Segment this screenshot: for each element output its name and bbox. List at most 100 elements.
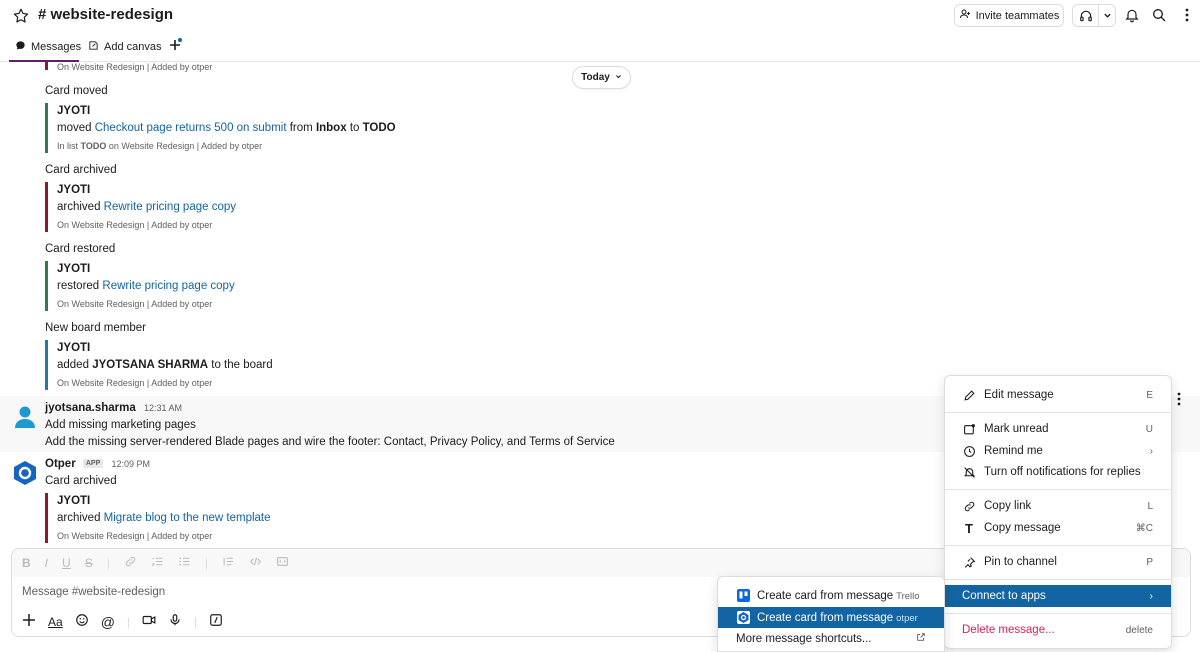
message-header: Otper APP 12:09 PM — [45, 458, 150, 470]
search-icon[interactable] — [1150, 6, 1168, 24]
invite-label: Invite teammates — [975, 9, 1060, 22]
pin-icon — [962, 555, 976, 569]
tab-messages[interactable]: Messages — [15, 40, 81, 54]
attachment-bar — [45, 261, 48, 311]
attachment-text: archived Migrate blog to the new templat… — [57, 512, 271, 524]
channel-title[interactable]: # website-redesign — [38, 6, 173, 23]
bold-icon[interactable]: B — [22, 556, 31, 570]
composer-toolbar: Aa @ | | — [22, 613, 223, 630]
attachment-meta: On Website Redesign | Added by otper — [57, 62, 213, 72]
tab-label: Add canvas — [104, 41, 162, 53]
invite-teammates-button[interactable]: Invite teammates — [954, 4, 1064, 27]
attachment-meta: On Website Redesign | Added by otper — [57, 220, 213, 230]
submenu-item-otper[interactable]: Create card from message otper — [718, 607, 944, 628]
add-person-icon — [959, 8, 971, 23]
app-avatar[interactable] — [12, 460, 38, 486]
star-icon[interactable] — [12, 7, 30, 25]
emoji-icon[interactable] — [75, 613, 89, 630]
timestamp[interactable]: 12:09 PM — [111, 459, 150, 469]
attachment-meta: On Website Redesign | Added by otper — [57, 378, 213, 388]
event-heading: New board member — [45, 322, 146, 334]
chevron-right-icon: › — [1149, 445, 1153, 457]
huddle-button-group — [1072, 4, 1116, 27]
attachment-meta: On Website Redesign | Added by otper — [57, 299, 213, 309]
message-bubble-icon — [15, 40, 26, 54]
menu-item-copy-link[interactable]: Copy link L — [945, 495, 1171, 517]
more-actions-icon[interactable] — [1170, 386, 1188, 412]
code-icon[interactable] — [249, 555, 262, 571]
divider: | — [126, 614, 131, 629]
card-link[interactable]: Checkout page returns 500 on submit — [95, 122, 287, 134]
microphone-icon[interactable] — [168, 613, 182, 630]
attachment-author: JYOTI — [57, 263, 91, 275]
submenu-item-trello[interactable]: Create card from message Trello — [718, 585, 944, 606]
attachment-text: added JYOTSANA SHARMA to the board — [57, 359, 273, 371]
channel-header: # website-redesign Invite teammates — [0, 0, 1200, 32]
attachment-author: JYOTI — [57, 184, 91, 196]
attachment-bar — [45, 62, 48, 70]
code-block-icon[interactable] — [276, 555, 289, 571]
add-tab-button[interactable] — [168, 38, 182, 55]
attachment-meta: In list TODO on Website Redesign | Added… — [57, 141, 263, 151]
mark-unread-icon — [962, 422, 976, 436]
underline-icon[interactable]: U — [62, 556, 71, 570]
attachment-bar — [45, 103, 48, 153]
strikethrough-icon[interactable]: S — [85, 556, 93, 570]
message-text: Add the missing server-rendered Blade pa… — [45, 436, 615, 448]
card-link[interactable]: Migrate blog to the new template — [104, 512, 271, 524]
menu-item-delete-message[interactable]: Delete message... delete — [945, 619, 1171, 641]
timestamp[interactable]: 12:31 AM — [144, 403, 182, 413]
app-badge: APP — [82, 459, 104, 469]
headphones-icon[interactable] — [1073, 5, 1099, 26]
slash-command-icon[interactable] — [209, 613, 223, 630]
divider: | — [106, 556, 110, 570]
menu-item-connect-to-apps[interactable]: Connect to apps › — [945, 585, 1171, 607]
message-text: Add missing marketing pages — [45, 419, 196, 431]
video-icon[interactable] — [142, 613, 156, 630]
avatar[interactable] — [12, 403, 38, 429]
channel-tabs: Messages Add canvas — [0, 36, 1200, 62]
tab-add-canvas[interactable]: Add canvas — [88, 40, 161, 54]
attachment-author: JYOTI — [57, 342, 91, 354]
menu-item-mark-unread[interactable]: Mark unread U — [945, 418, 1171, 440]
external-link-icon — [916, 632, 926, 645]
mention-icon[interactable]: @ — [101, 614, 115, 630]
bullet-list-icon[interactable] — [178, 555, 191, 571]
attachment-text: moved Checkout page returns 500 on submi… — [57, 122, 396, 134]
message-input[interactable]: Message #website-redesign — [22, 586, 165, 598]
blockquote-icon[interactable] — [222, 555, 235, 571]
menu-item-turn-off-notifications[interactable]: Turn off notifications for replies — [945, 461, 1171, 483]
menu-separator — [945, 579, 1171, 580]
menu-item-copy-message[interactable]: T Copy message ⌘C — [945, 517, 1171, 539]
divider: | — [204, 556, 208, 570]
trello-icon — [737, 589, 750, 602]
author-name[interactable]: jyotsana.sharma — [45, 402, 136, 414]
link-icon[interactable] — [124, 555, 137, 571]
italic-icon[interactable]: I — [45, 556, 48, 570]
link-icon — [962, 499, 976, 513]
kebab-menu-icon[interactable] — [1178, 6, 1196, 24]
divider: | — [194, 614, 198, 629]
attachment-meta: On Website Redesign | Added by otper — [57, 531, 213, 541]
submenu-item-more-shortcuts[interactable]: More message shortcuts... — [718, 628, 944, 649]
chevron-down-icon[interactable] — [1099, 11, 1115, 20]
plus-icon — [168, 38, 182, 55]
event-heading: Card archived — [45, 475, 117, 487]
card-link[interactable]: Rewrite pricing page copy — [104, 201, 236, 213]
pencil-icon — [962, 388, 976, 402]
menu-item-edit-message[interactable]: Edit message E — [945, 384, 1171, 406]
attach-plus-icon[interactable] — [22, 613, 36, 630]
menu-separator — [945, 412, 1171, 413]
ordered-list-icon[interactable] — [151, 555, 164, 571]
connect-apps-submenu: Create card from message Trello Create ca… — [717, 576, 945, 652]
message-actions-menu: Edit message E Mark unread U Remind me ›… — [944, 375, 1172, 649]
text-format-icon[interactable]: Aa — [48, 615, 63, 629]
attachment-bar — [45, 182, 48, 232]
notifications-icon[interactable] — [1123, 6, 1141, 24]
menu-item-remind-me[interactable]: Remind me › — [945, 440, 1171, 462]
menu-item-pin-to-channel[interactable]: Pin to channel P — [945, 551, 1171, 573]
date-divider-today[interactable]: Today — [572, 66, 631, 89]
event-heading: Card moved — [45, 85, 108, 97]
author-name[interactable]: Otper — [45, 458, 76, 470]
card-link[interactable]: Rewrite pricing page copy — [102, 280, 234, 292]
